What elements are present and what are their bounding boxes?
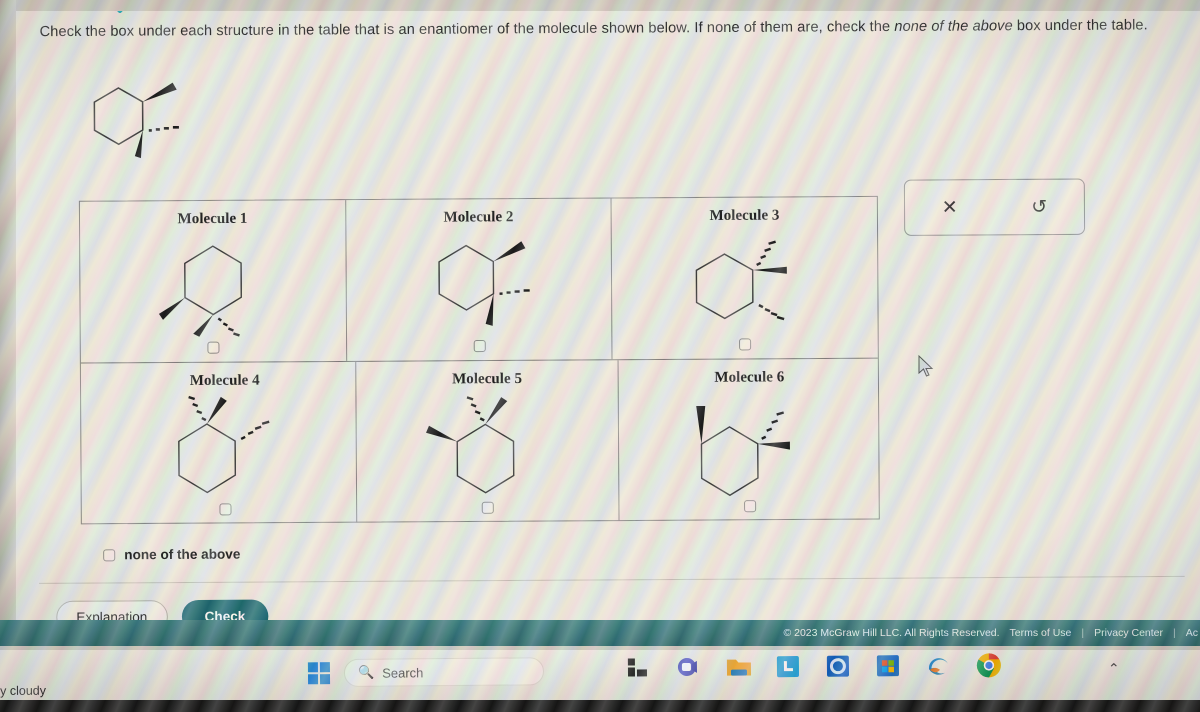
wedge-bond	[158, 297, 185, 320]
cell-molecule-5: Molecule 5	[356, 360, 620, 523]
privacy-center-link[interactable]: Privacy Center	[1094, 627, 1163, 639]
taskbar-center-group: 🔍 Search	[307, 657, 545, 687]
checkbox-molecule-5[interactable]	[481, 501, 494, 514]
outlook-icon[interactable]	[825, 653, 853, 681]
checkbox-molecule-2[interactable]	[473, 339, 486, 353]
prompt-italic-phrase: none of the above	[894, 18, 1013, 35]
checkbox-molecule-4[interactable]	[219, 503, 232, 516]
wedge-bond	[485, 397, 508, 425]
hash-bond-left	[188, 395, 207, 422]
molecule-6-structure	[679, 391, 820, 502]
search-magnifier-icon: 🔍	[357, 664, 375, 680]
wedge-bond-right	[757, 441, 790, 450]
checkbox-molecule-3[interactable]	[739, 338, 752, 351]
screen-bottom-bezel	[0, 700, 1200, 712]
wedge-bond	[142, 82, 177, 102]
teams-icon[interactable]	[675, 654, 703, 682]
hash-bond	[466, 396, 485, 422]
none-of-the-above-row[interactable]: none of the above	[103, 546, 240, 562]
drawing-toolbar: ✕ ↺	[903, 178, 1086, 236]
windows-taskbar: y cloudy 🔍 Search ⌃	[0, 650, 1200, 704]
reference-molecule	[82, 67, 213, 163]
undo-arrow-icon[interactable]: ↺	[1022, 190, 1056, 224]
windows-start-icon[interactable]	[307, 662, 331, 685]
molecule-2-structure	[408, 231, 549, 342]
microsoft-store-icon[interactable]	[875, 652, 903, 680]
hash-bond	[217, 317, 240, 337]
cell-molecule-3: Molecule 3	[612, 197, 878, 359]
footer-separator: |	[1081, 627, 1085, 639]
screen-left-edge	[0, 0, 16, 650]
search-input[interactable]: 🔍 Search	[343, 657, 545, 687]
cell-molecule-2: Molecule 2	[345, 198, 613, 361]
hash-bond	[148, 125, 179, 132]
table-row: Molecule 4 Molecule 5 Molecule 6	[93, 359, 881, 525]
cell-molecule-6: Molecule 6	[619, 359, 881, 521]
table-row: Molecule 1 Molecule 2 Molecule 3	[79, 196, 878, 364]
search-placeholder: Search	[382, 664, 424, 681]
chrome-icon[interactable]	[975, 651, 1003, 679]
molecule-4-structure	[154, 394, 295, 505]
browser-page: ⌄ Check the box under each structure in …	[0, 0, 1200, 636]
prompt-part-1: Check the box under each structure in th…	[39, 18, 895, 41]
accessibility-link[interactable]: Ac	[1186, 627, 1198, 639]
wedge-bond	[206, 396, 227, 425]
molecule-3-label: Molecule 3	[709, 207, 780, 225]
footer-separator-2: |	[1173, 627, 1176, 639]
molecule-5-structure	[417, 393, 558, 504]
hash-bond	[499, 289, 530, 295]
horizontal-divider	[39, 575, 1185, 584]
question-prompt: Check the box under each structure in th…	[40, 15, 1200, 43]
prompt-part-2: box under the table.	[1012, 17, 1148, 35]
molecule-3-structure	[674, 229, 815, 340]
cell-molecule-4: Molecule 4	[93, 361, 358, 525]
terms-of-use-link[interactable]: Terms of Use	[1010, 627, 1072, 639]
molecule-1-structure	[142, 233, 283, 344]
checkbox-molecule-6[interactable]	[744, 500, 757, 513]
weather-widget-label[interactable]: y cloudy	[0, 684, 46, 698]
hash-bond-lower	[758, 304, 785, 321]
hash-bond-upper	[756, 240, 777, 267]
cell-molecule-1: Molecule 1	[79, 200, 347, 363]
file-explorer-icon[interactable]	[725, 653, 753, 681]
screenshot-root: ⌄ Check the box under each structure in …	[0, 0, 1200, 712]
chevron-up-icon[interactable]: ⌃	[1108, 660, 1120, 677]
hash-bond	[761, 411, 785, 440]
hash-bond-right	[240, 420, 270, 441]
mouse-cursor	[918, 354, 936, 379]
wedge-bond	[492, 241, 525, 262]
molecule-5-label: Molecule 5	[451, 370, 523, 388]
close-x-icon[interactable]: ✕	[933, 190, 967, 224]
linkedin-learning-icon[interactable]	[775, 653, 803, 681]
molecule-6-label: Molecule 6	[714, 369, 785, 386]
copyright-text: © 2023 McGraw Hill LLC. All Rights Reser…	[783, 627, 1000, 639]
molecule-table: Molecule 1 Molecule 2 Molecule 3 Molecul…	[78, 195, 881, 525]
wedge-bond-2	[193, 314, 214, 337]
taskbar-app-icons	[625, 651, 1003, 682]
molecule-2-label: Molecule 2	[443, 209, 514, 226]
widgets-icon[interactable]	[625, 654, 653, 682]
checkbox-none-of-the-above[interactable]	[103, 548, 116, 561]
checkbox-molecule-1[interactable]	[207, 341, 220, 354]
wedge-bond-vertical	[696, 405, 706, 445]
none-of-the-above-label: none of the above	[124, 546, 241, 563]
molecule-1-label: Molecule 1	[177, 210, 248, 228]
molecule-4-label: Molecule 4	[189, 372, 260, 390]
edge-icon[interactable]	[925, 652, 953, 680]
wedge-bond	[752, 266, 788, 274]
window-top-strip	[0, 0, 1200, 11]
wedge-bond-2	[426, 425, 458, 442]
